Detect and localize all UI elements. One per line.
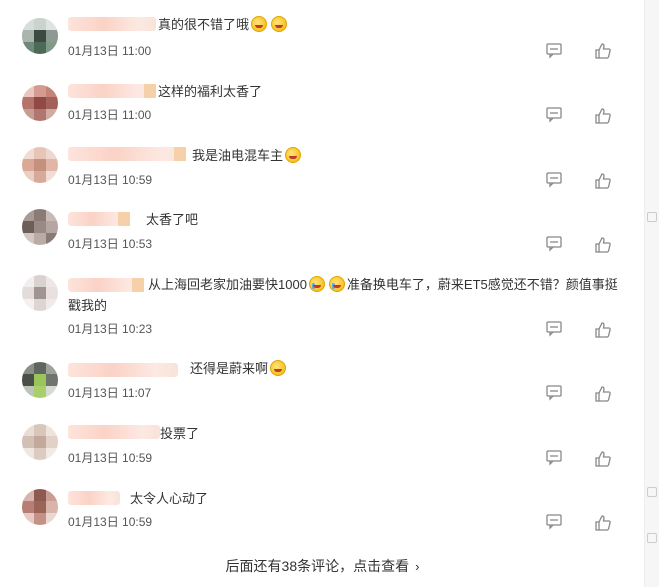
comment-icon[interactable] <box>545 234 563 252</box>
laugh-cry-emoji <box>251 16 268 32</box>
username[interactable] <box>68 212 130 226</box>
thumbs-up-icon[interactable] <box>594 172 612 190</box>
avatar[interactable] <box>22 18 58 54</box>
comment-time: 01月13日 10:59 <box>68 515 153 529</box>
username[interactable] <box>68 491 120 505</box>
laugh-cry-emoji <box>271 16 288 32</box>
crying-emoji <box>328 276 345 292</box>
comment-time: 01月13日 11:07 <box>68 386 152 400</box>
view-more-label: 后面还有38条评论，点击查看 <box>225 558 410 574</box>
username[interactable] <box>68 147 186 161</box>
username[interactable] <box>68 84 156 98</box>
comment-icon[interactable] <box>545 319 563 337</box>
thumbs-up-icon[interactable] <box>594 514 612 532</box>
thumbs-up-icon[interactable] <box>594 450 612 468</box>
comment-time: 01月13日 10:23 <box>68 322 153 336</box>
comment-time: 01月13日 10:59 <box>68 451 153 465</box>
avatar[interactable] <box>22 147 58 183</box>
wink-emoji <box>270 360 287 376</box>
comment-text: 我是油电混车主 <box>192 145 303 166</box>
comment-text: 真的很不错了哦 <box>158 14 289 35</box>
gutter-marker <box>647 212 657 222</box>
gutter-marker <box>647 533 657 543</box>
comment-icon[interactable] <box>545 41 563 59</box>
comment-text: 太香了吧 <box>146 212 199 227</box>
comment-icon[interactable] <box>545 512 563 530</box>
username[interactable] <box>68 425 160 439</box>
comment-text: 从上海回老家加油要快1000 准备换电车了，蔚来ET5感觉还不错？颜值事挺戳我的 <box>68 276 618 313</box>
comment-text: 太令人心动了 <box>130 491 209 506</box>
chevron-right-icon: › <box>415 559 420 574</box>
comment-text: 这样的福利太香了 <box>158 84 263 99</box>
gutter-marker <box>647 487 657 497</box>
username[interactable] <box>68 17 156 31</box>
avatar[interactable] <box>22 85 58 121</box>
comment-time: 01月13日 11:00 <box>68 108 152 122</box>
crying-emoji <box>308 276 325 292</box>
comment-icon[interactable] <box>545 170 563 188</box>
thumbs-up-icon[interactable] <box>594 385 612 403</box>
comment-time: 01月13日 11:00 <box>68 44 152 58</box>
comment-time: 01月13日 10:59 <box>68 173 153 187</box>
comment-time: 01月13日 10:53 <box>68 237 153 251</box>
avatar[interactable] <box>22 489 58 525</box>
comment-icon[interactable] <box>545 105 563 123</box>
thumbs-up-icon[interactable] <box>594 107 612 125</box>
avatar[interactable] <box>22 424 58 460</box>
thumbs-up-icon[interactable] <box>594 236 612 254</box>
comment-text: 还得是蔚来啊 <box>190 358 288 379</box>
avatar[interactable] <box>22 362 58 398</box>
thumbs-up-icon[interactable] <box>594 321 612 339</box>
thumbs-up-icon[interactable] <box>594 42 612 60</box>
comment-text: 投票了 <box>160 426 200 441</box>
comment-icon[interactable] <box>545 448 563 466</box>
laughing-emoji <box>285 147 302 163</box>
view-more-comments-link[interactable]: 后面还有38条评论，点击查看 › <box>0 556 645 576</box>
avatar[interactable] <box>22 209 58 245</box>
right-scroll-gutter[interactable] <box>644 0 659 587</box>
username[interactable] <box>68 363 178 377</box>
avatar[interactable] <box>22 275 58 311</box>
comment-icon[interactable] <box>545 383 563 401</box>
